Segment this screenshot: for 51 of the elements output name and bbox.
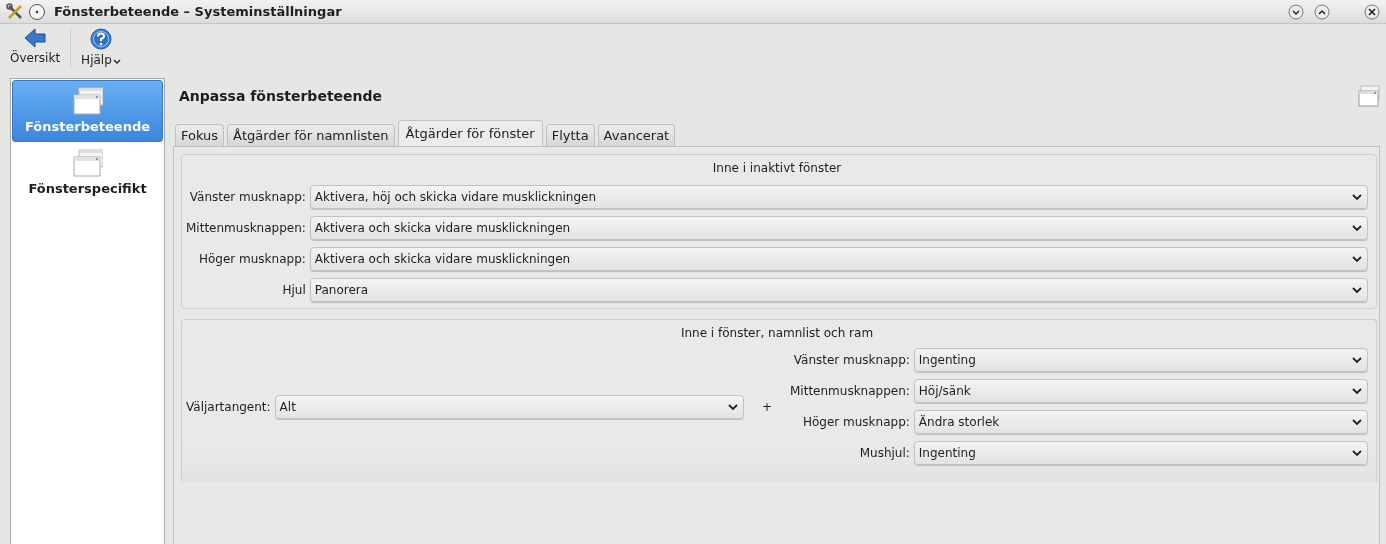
chevron-icon [1351, 355, 1363, 365]
field-label: Vänster musknapp: [792, 353, 910, 367]
window-icon [72, 149, 103, 177]
help-button[interactable]: Hjälp [77, 28, 125, 72]
field-label: Höger musknapp: [197, 252, 306, 266]
sidebar-item[interactable]: Fönsterspecifikt [12, 142, 163, 204]
dropdown[interactable]: Aktivera, höj och skicka vidare musklickningen [309, 185, 1368, 209]
field-label: Mushjul: [858, 446, 910, 460]
chevron-icon [1351, 386, 1363, 396]
caret-icon [112, 59, 121, 65]
field-label: Hjul [281, 283, 306, 297]
dropdown[interactable]: Ingenting [913, 348, 1368, 372]
field-label: Väljartangent: [186, 399, 271, 414]
chevron-icon [1351, 254, 1363, 264]
chevron-icon [1351, 223, 1363, 233]
minimize-button[interactable] [1288, 3, 1304, 20]
chevron-icon [1351, 285, 1363, 295]
tab[interactable]: Flytta [545, 124, 595, 146]
field-label: Vänster musknapp: [188, 190, 306, 204]
help-icon [89, 28, 112, 50]
tools-icon [6, 2, 24, 21]
back-arrow-icon [24, 28, 47, 48]
tab[interactable]: Åtgärder för fönster [397, 120, 543, 146]
window-title: Fönsterbeteende – Systeminställningar [54, 4, 342, 19]
plus-sign: + [760, 399, 774, 414]
tab[interactable]: Avancerat [597, 124, 676, 146]
close-button[interactable] [1364, 3, 1380, 20]
chevron-icon [1351, 417, 1363, 427]
dropdown[interactable]: Aktivera och skicka vidare musklickningen [309, 247, 1368, 271]
chevron-icon [727, 401, 739, 412]
dropdown[interactable]: Ändra storlek [913, 410, 1368, 434]
field-label: Mittenmusknappen: [790, 384, 910, 398]
field-label: Höger musknapp: [801, 415, 910, 429]
window-icon [1358, 85, 1380, 107]
page-title: Anpassa fönsterbeteende [179, 88, 383, 104]
chevron-icon [1351, 448, 1363, 458]
chevron-icon [1351, 192, 1363, 202]
maximize-button[interactable] [1314, 3, 1330, 20]
tab[interactable]: Åtgärder för namnlisten [227, 124, 395, 146]
dropdown[interactable]: Alt [274, 394, 744, 419]
window-icon [72, 87, 103, 115]
tab[interactable]: Fokus [175, 124, 225, 146]
dropdown[interactable]: Höj/sänk [913, 379, 1368, 403]
back-button[interactable]: Översikt [6, 28, 65, 72]
group-title: Inne i fönster, namnlist och ram [679, 326, 875, 340]
dropdown[interactable]: Aktivera och skicka vidare musklickningen [309, 216, 1368, 240]
field-label: Mittenmusknappen: [186, 221, 306, 235]
dropdown[interactable]: Ingenting [913, 441, 1368, 465]
dropdown[interactable]: Panorera [309, 278, 1368, 302]
pin-icon [28, 2, 46, 21]
group-title: Inne i inaktivt fönster [711, 161, 843, 175]
